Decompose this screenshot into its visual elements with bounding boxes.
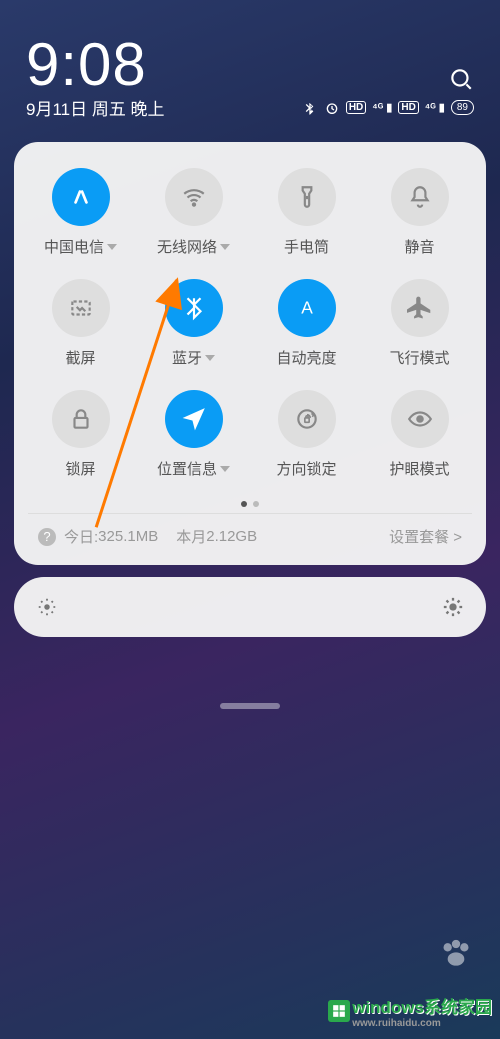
location-label: 位置信息 <box>157 458 230 479</box>
tile-rotation-lock: 方向锁定 <box>254 390 359 479</box>
mute-toggle[interactable] <box>391 168 449 226</box>
tile-auto-brightness: A 自动亮度 <box>254 279 359 368</box>
tile-eye-care: 护眼模式 <box>367 390 472 479</box>
tile-bluetooth: 蓝牙 <box>141 279 246 368</box>
auto-brightness-icon: A <box>294 295 320 321</box>
screenshot-toggle[interactable] <box>52 279 110 337</box>
caret-icon <box>107 244 117 250</box>
tile-mute: 静音 <box>367 168 472 257</box>
month-label: 本月 <box>176 526 206 547</box>
paw-overlay <box>436 934 476 979</box>
quick-settings-panel: 中国电信 无线网络 手电筒 静音截屏 蓝牙 A 自动亮度 飞行模式锁屏 位置信息 方向锁定 护眼模式… <box>14 142 486 565</box>
help-icon: ? <box>38 528 56 546</box>
lock-toggle[interactable] <box>52 390 110 448</box>
watermark-logo <box>328 1000 350 1022</box>
tile-location: 位置信息 <box>141 390 246 479</box>
month-value: 2.12GB <box>206 528 257 545</box>
drag-handle[interactable] <box>220 703 280 709</box>
battery-badge: 89 <box>451 100 474 115</box>
status-icons: HD ⁴ᴳ ▮ HD ⁴ᴳ ▮ 89 <box>302 100 474 116</box>
hd-badge-2: HD <box>398 101 418 114</box>
brightness-slider[interactable] <box>14 577 486 637</box>
location-icon <box>181 406 207 432</box>
flashlight-toggle[interactable] <box>278 168 336 226</box>
today-label: 今日: <box>64 526 98 547</box>
eye-care-toggle[interactable] <box>391 390 449 448</box>
today-value: 325.1MB <box>98 528 158 545</box>
eye-care-label: 护眼模式 <box>389 458 449 479</box>
set-plan-link[interactable]: 设置套餐 > <box>389 526 462 547</box>
caret-icon <box>205 355 215 361</box>
airplane-label: 飞行模式 <box>389 347 449 368</box>
svg-text:A: A <box>301 297 313 317</box>
brightness-low-icon <box>36 596 58 618</box>
wifi-label: 无线网络 <box>157 236 230 257</box>
lock-icon <box>68 406 94 432</box>
mute-icon <box>407 184 433 210</box>
search-button[interactable] <box>448 66 474 97</box>
watermark-url: www.ruihaidu.com <box>352 1018 492 1029</box>
brightness-high-icon <box>442 596 464 618</box>
mute-label: 静音 <box>404 236 434 257</box>
tile-screenshot: 截屏 <box>28 279 133 368</box>
screenshot-label: 截屏 <box>65 347 95 368</box>
eye-care-icon <box>407 406 433 432</box>
auto-brightness-label: 自动亮度 <box>276 347 336 368</box>
watermark: windows系统家园 www.ruihaidu.com <box>328 993 492 1029</box>
caret-icon <box>220 244 230 250</box>
signal-1: ⁴ᴳ ▮ <box>372 101 392 114</box>
tile-wifi: 无线网络 <box>141 168 246 257</box>
rotation-lock-label: 方向锁定 <box>276 458 336 479</box>
date-text: 9月11日 周五 晚上 <box>26 95 165 120</box>
location-toggle[interactable] <box>165 390 223 448</box>
alarm-icon <box>324 100 340 116</box>
tile-mobile-data: 中国电信 <box>28 168 133 257</box>
watermark-brand: windows系统家园 <box>352 998 492 1017</box>
divider <box>28 513 472 514</box>
signal-2: ⁴ᴳ ▮ <box>425 101 445 114</box>
airplane-toggle[interactable] <box>391 279 449 337</box>
wifi-icon <box>181 184 207 210</box>
flashlight-label: 手电筒 <box>284 236 329 257</box>
wifi-toggle[interactable] <box>165 168 223 226</box>
clock-time: 9:08 <box>26 30 474 99</box>
caret-icon <box>220 466 230 472</box>
status-area: 9:08 9月11日 周五 晚上 HD ⁴ᴳ ▮ HD ⁴ᴳ ▮ 89 <box>0 0 500 128</box>
mobile-data-label: 中国电信 <box>44 236 117 257</box>
bluetooth-icon <box>302 100 318 116</box>
screenshot-icon <box>68 295 94 321</box>
bluetooth-label: 蓝牙 <box>172 347 215 368</box>
data-usage-row[interactable]: ? 今日: 325.1MB 本月 2.12GB 设置套餐 > <box>28 526 472 547</box>
page-indicator <box>28 501 472 507</box>
mobile-data-toggle[interactable] <box>52 168 110 226</box>
hd-badge-1: HD <box>346 101 366 114</box>
auto-brightness-toggle[interactable]: A <box>278 279 336 337</box>
mobile-data-icon <box>68 184 94 210</box>
rotation-lock-toggle[interactable] <box>278 390 336 448</box>
tile-airplane: 飞行模式 <box>367 279 472 368</box>
rotation-lock-icon <box>294 406 320 432</box>
tile-flashlight: 手电筒 <box>254 168 359 257</box>
airplane-icon <box>407 295 433 321</box>
lock-label: 锁屏 <box>65 458 95 479</box>
flashlight-icon <box>294 184 320 210</box>
